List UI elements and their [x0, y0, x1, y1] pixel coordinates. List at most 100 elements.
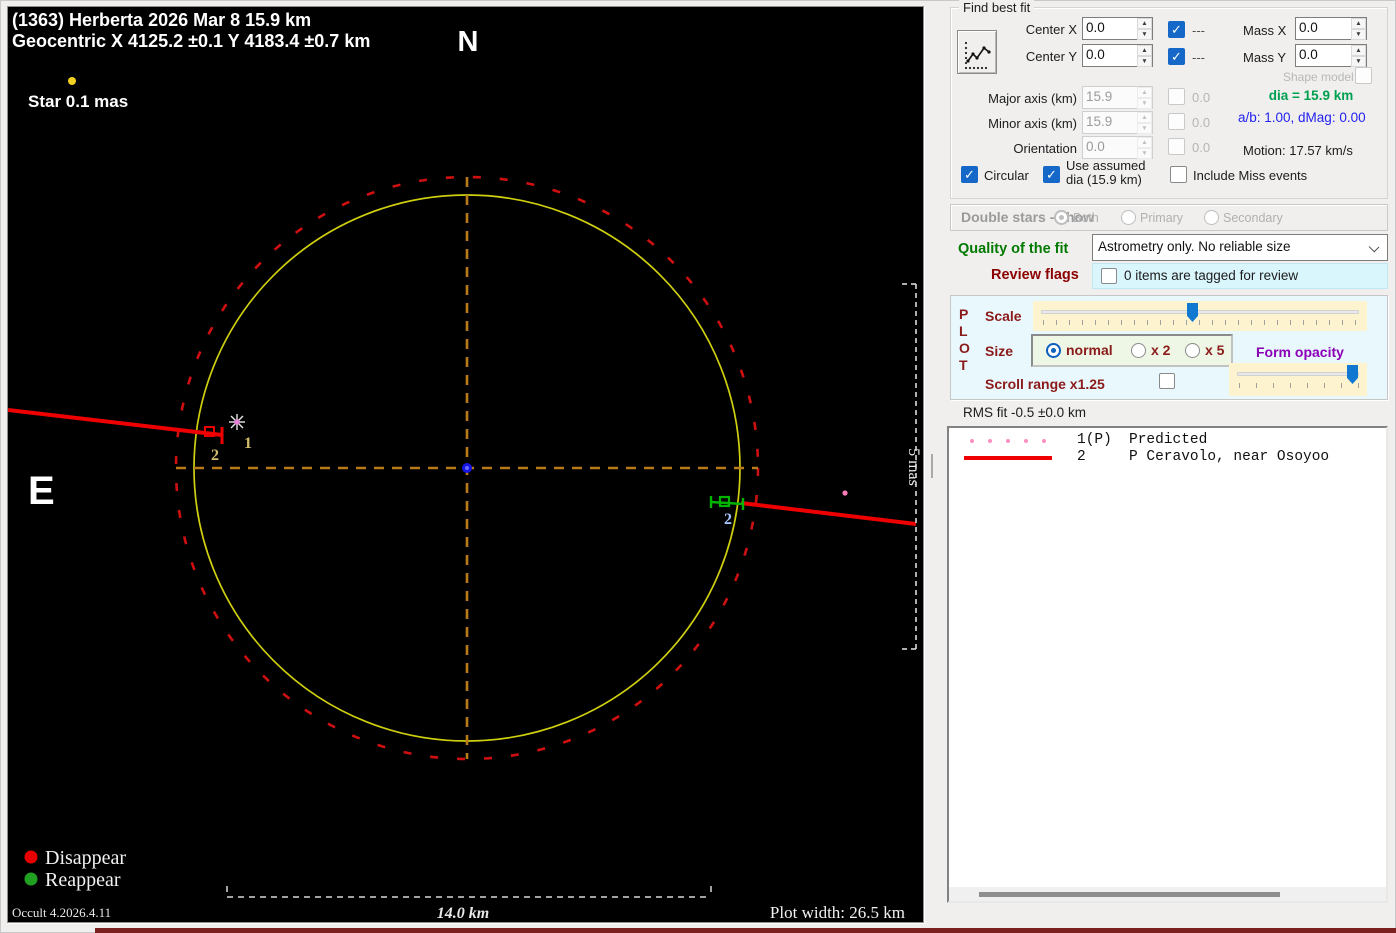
up-arrow-icon[interactable]: ▲ — [1351, 18, 1366, 29]
form-opacity-ticks — [1239, 383, 1359, 388]
quality-value: Astrometry only. No reliable size — [1098, 239, 1291, 254]
reappear-label: Reappear — [45, 869, 121, 891]
review-flags-checkbox[interactable] — [1101, 268, 1117, 284]
down-arrow-icon: ▼ — [1137, 98, 1152, 109]
form-opacity-track[interactable] — [1237, 372, 1359, 376]
plot-canvas: 1 2 2 (1363) Herberta 2026 Mar 8 15.9 km… — [8, 10, 922, 922]
major-axis-spinner: 15.9 ▲ ▼ — [1082, 86, 1153, 109]
reappear-dot — [24, 872, 38, 886]
scroll-range-checkbox[interactable] — [1159, 373, 1175, 389]
mass-x-label: Mass X — [1243, 23, 1287, 38]
occultation-plot[interactable]: 1 2 2 (1363) Herberta 2026 Mar 8 15.9 km… — [7, 6, 924, 923]
plot-width-label: Plot width: 26.5 km — [770, 903, 905, 922]
orientation-label: Orientation — [1013, 141, 1077, 156]
run-fit-button[interactable] — [957, 30, 997, 74]
north-label: N — [458, 26, 479, 58]
list-item-name[interactable]: Predicted — [1129, 432, 1207, 448]
include-miss-checkbox[interactable] — [1170, 166, 1187, 183]
mas-scale-label: 5 mas — [905, 448, 922, 486]
center-y-spin-buttons[interactable]: ▲ ▼ — [1137, 45, 1152, 67]
observations-listbox[interactable]: 1(P) Predicted 2 P Ceravolo, near Osoyoo — [947, 426, 1388, 903]
size-x5-label: x 5 — [1205, 342, 1225, 358]
mass-x-value[interactable]: 0.0 — [1296, 18, 1351, 39]
circular-checkbox[interactable] — [961, 166, 978, 183]
form-opacity-slider[interactable] — [1229, 363, 1367, 396]
center-x-label: Center X — [1025, 22, 1077, 37]
down-arrow-icon[interactable]: ▼ — [1137, 56, 1152, 67]
up-arrow-icon[interactable]: ▲ — [1351, 45, 1366, 56]
center-y-checkbox[interactable] — [1168, 48, 1185, 65]
major-axis-checkbox[interactable] — [1168, 88, 1185, 105]
list-item-id[interactable]: 1(P) — [1077, 432, 1112, 448]
center-x-value[interactable]: 0.0 — [1083, 18, 1137, 39]
orientation-value: 0.0 — [1086, 139, 1105, 154]
splitter-handle[interactable] — [931, 454, 933, 478]
center-y-dashes: --- — [1192, 50, 1205, 65]
major-axis-sigma: 0.0 — [1192, 90, 1211, 105]
plot-letter-o: O — [959, 340, 970, 356]
review-flags-text: 0 items are tagged for review — [1124, 268, 1299, 283]
mass-x-spinner[interactable]: 0.0 ▲ ▼ — [1295, 17, 1367, 40]
size-x5-radio[interactable] — [1185, 343, 1200, 358]
center-x-checkbox[interactable] — [1168, 21, 1185, 38]
scale-slider-track[interactable] — [1041, 310, 1359, 314]
mass-x-spin-buttons[interactable]: ▲ ▼ — [1351, 18, 1366, 40]
scrollbar-thumb[interactable] — [979, 892, 1280, 897]
double-stars-both-radio[interactable] — [1054, 210, 1069, 225]
form-opacity-label: Form opacity — [1256, 344, 1344, 360]
scale-label: Scale — [985, 308, 1022, 324]
double-stars-both-label: Both — [1073, 211, 1099, 225]
use-assumed-dia-checkbox[interactable] — [1043, 166, 1060, 183]
down-arrow-icon[interactable]: ▼ — [1351, 29, 1366, 40]
size-normal-radio[interactable] — [1046, 343, 1061, 358]
mass-y-spin-buttons[interactable]: ▲ ▼ — [1351, 45, 1366, 67]
list-item-name[interactable]: P Ceravolo, near Osoyoo — [1129, 449, 1329, 465]
chord-2-left — [8, 408, 223, 437]
size-x2-label: x 2 — [1151, 342, 1171, 358]
up-arrow-icon[interactable]: ▲ — [1137, 45, 1152, 56]
orientation-spin-buttons: ▲ ▼ — [1137, 137, 1152, 159]
chord-2-right — [740, 501, 917, 526]
mass-y-value[interactable]: 0.0 — [1296, 45, 1351, 66]
center-x-spin-buttons[interactable]: ▲ ▼ — [1137, 18, 1152, 40]
minor-axis-checkbox[interactable] — [1168, 113, 1185, 130]
dia-text: dia = 15.9 km — [1268, 88, 1354, 103]
list-item-marker-redline — [964, 456, 1052, 460]
mass-y-spinner[interactable]: 0.0 ▲ ▼ — [1295, 44, 1367, 67]
find-best-fit-title: Find best fit — [959, 0, 1035, 15]
down-arrow-icon[interactable]: ▼ — [1351, 56, 1366, 67]
quality-label: Quality of the fit — [958, 241, 1069, 257]
quality-dropdown[interactable]: Astrometry only. No reliable size — [1092, 234, 1388, 261]
center-x-dashes: --- — [1192, 23, 1205, 38]
list-item-id[interactable]: 2 — [1077, 449, 1086, 465]
down-arrow-icon[interactable]: ▼ — [1137, 29, 1152, 40]
review-flags-label: Review flags — [991, 267, 1079, 283]
horizontal-scrollbar[interactable] — [949, 887, 1386, 901]
use-assumed-line1: Use assumed — [1066, 158, 1146, 173]
center-x-spinner[interactable]: 0.0 ▲ ▼ — [1082, 17, 1153, 40]
double-stars-primary-radio[interactable] — [1121, 210, 1136, 225]
center-y-value[interactable]: 0.0 — [1083, 45, 1137, 66]
scroll-range-label: Scroll range x1.25 — [985, 376, 1105, 392]
rms-fit-label: RMS fit -0.5 ±0.0 km — [963, 405, 1086, 420]
fit-chart-icon — [964, 41, 991, 70]
orientation-checkbox[interactable] — [1168, 138, 1185, 155]
up-arrow-icon: ▲ — [1137, 112, 1152, 123]
shape-model-checkbox[interactable] — [1355, 67, 1372, 84]
list-item-marker-dotted — [970, 434, 1046, 450]
include-miss-label: Include Miss events — [1193, 168, 1308, 183]
size-radio-group: normal x 2 x 5 — [1031, 334, 1233, 367]
use-assumed-line2: dia (15.9 km) — [1066, 172, 1142, 187]
chord-label-2-left: 2 — [211, 447, 219, 464]
center-y-spinner[interactable]: 0.0 ▲ ▼ — [1082, 44, 1153, 67]
version-label: Occult 4.2026.4.11 — [12, 905, 111, 920]
scale-slider[interactable] — [1033, 301, 1367, 331]
disappear-dot — [24, 850, 38, 864]
double-stars-secondary-radio[interactable] — [1204, 210, 1219, 225]
up-arrow-icon[interactable]: ▲ — [1137, 18, 1152, 29]
form-opacity-thumb[interactable] — [1347, 365, 1358, 384]
plot-title-line2: Geocentric X 4125.2 ±0.1 Y 4183.4 ±0.7 k… — [12, 31, 370, 51]
size-x2-radio[interactable] — [1131, 343, 1146, 358]
star-asterisk-center — [234, 419, 240, 425]
up-arrow-icon: ▲ — [1137, 87, 1152, 98]
